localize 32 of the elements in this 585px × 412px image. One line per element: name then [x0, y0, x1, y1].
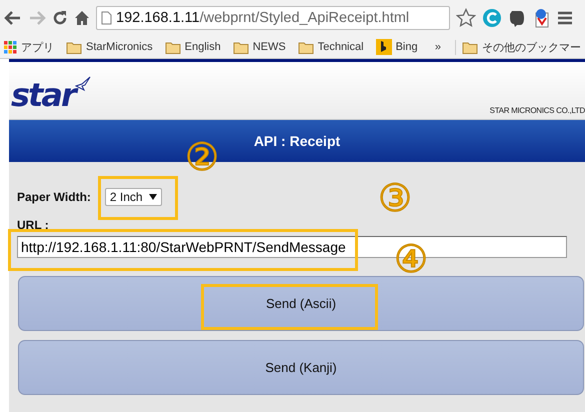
- reload-icon[interactable]: [52, 10, 68, 26]
- b-logo-icon: [376, 39, 392, 55]
- bookmark[interactable]: Bing: [376, 39, 418, 55]
- paper-width-dropdown[interactable]: 2 Inch: [104, 188, 162, 206]
- menu-icon[interactable]: [558, 11, 572, 25]
- folder-icon: [164, 40, 181, 54]
- step-number: ③: [378, 179, 412, 217]
- home-icon[interactable]: [74, 10, 90, 26]
- more-bookmarks-chevron[interactable]: »: [434, 41, 441, 53]
- bookmark[interactable]: StarMicronics: [66, 40, 153, 54]
- address-bar[interactable]: 192.168.1.11/webprnt/Styled_ApiReceipt.html: [96, 6, 450, 30]
- folder-icon: [66, 40, 82, 54]
- bookmark[interactable]: Technical: [298, 40, 364, 54]
- company-name: STAR MICRONICS CO.,LTD: [490, 106, 585, 115]
- other-bookmarks[interactable]: その他のブックマー: [455, 40, 581, 54]
- page-icon: [101, 11, 112, 25]
- url-label: URL :: [17, 218, 50, 232]
- back-arrow-icon[interactable]: [4, 10, 22, 26]
- g-circle-icon[interactable]: [482, 8, 502, 28]
- bookmark[interactable]: English: [164, 40, 221, 54]
- paper-width-label: Paper Width:: [17, 190, 91, 204]
- caret-icon: [148, 194, 157, 200]
- apps-grid-icon: [4, 40, 17, 54]
- send-button[interactable]: Send (Kanji): [18, 340, 584, 395]
- bookmark[interactable]: アプリ: [4, 40, 54, 54]
- send-button[interactable]: Send (Ascii): [18, 276, 584, 331]
- logo: star: [11, 76, 91, 114]
- folder-icon: [298, 40, 314, 54]
- folder-icon: [232, 40, 249, 54]
- bookmark[interactable]: NEWS: [232, 40, 286, 54]
- star-outline-icon[interactable]: [456, 8, 476, 28]
- folder-icon: [462, 40, 478, 54]
